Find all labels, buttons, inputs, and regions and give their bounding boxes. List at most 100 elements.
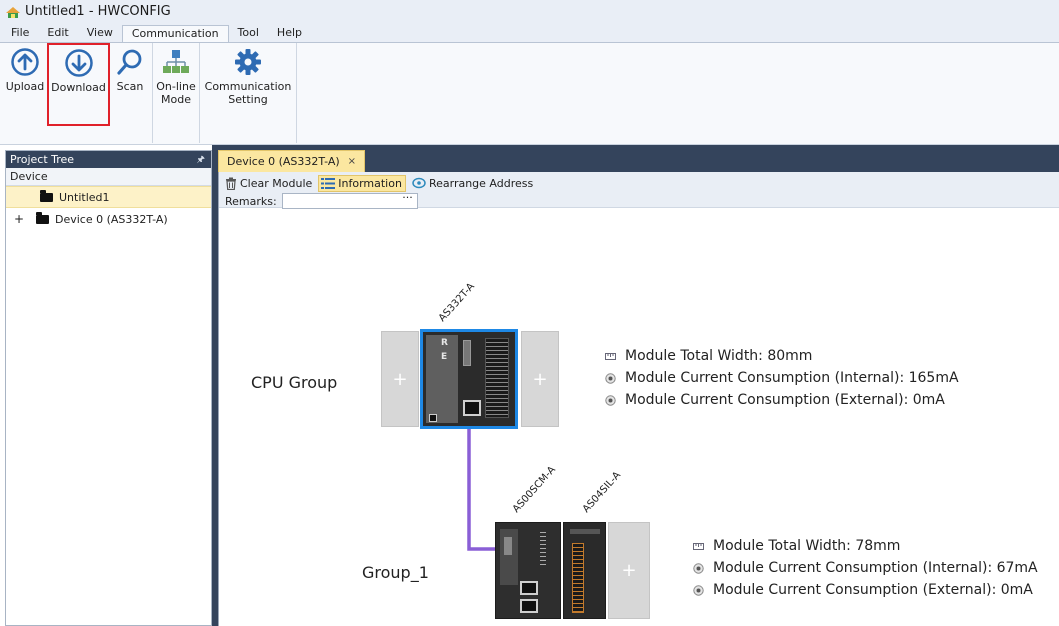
tab-label: Device 0 (AS332T-A) <box>227 155 340 168</box>
close-icon[interactable]: × <box>348 156 356 167</box>
upload-button[interactable]: Upload <box>3 43 47 144</box>
expand-icon[interactable]: + <box>12 212 26 226</box>
gear-icon <box>235 49 261 75</box>
tree-item-label: Device 0 (AS332T-A) <box>55 212 168 226</box>
rearrange-address-label: Rearrange Address <box>428 176 534 190</box>
add-module-slot[interactable]: + <box>608 522 650 619</box>
pin-icon[interactable]: 🖈 <box>197 152 205 168</box>
communication-setting-label-2: Setting <box>228 93 268 106</box>
scan-button[interactable]: Scan <box>110 43 150 144</box>
rs485-port[interactable] <box>520 581 538 595</box>
information-toggle[interactable]: Information <box>318 174 406 192</box>
current-icon <box>605 394 616 406</box>
group-1-info: Module Total Width: 78mm Module Current … <box>693 535 1038 601</box>
device-section-header: Device <box>6 168 211 186</box>
group-1-info-external: Module Current Consumption (External): 0… <box>713 582 1033 598</box>
communication-setting-label-1: Communication <box>204 80 292 93</box>
current-icon <box>605 372 616 384</box>
window-title: Untitled1 - HWCONFIG <box>25 4 171 19</box>
remarks-field[interactable]: ··· <box>281 191 418 209</box>
project-tree-header: Project Tree 🖈 <box>6 151 211 168</box>
online-mode-button[interactable]: On-line Mode <box>155 43 197 144</box>
cpu-info-external: Module Current Consumption (External): 0… <box>625 392 945 408</box>
ribbon-separator <box>296 43 297 143</box>
module-switch <box>504 537 512 555</box>
ribbon-toolbar: Upload Download Scan On-line Mode Commun… <box>0 42 1059 145</box>
tree-item-label: Untitled1 <box>59 190 110 204</box>
menu-file[interactable]: File <box>2 25 38 42</box>
menu-view[interactable]: View <box>78 25 122 42</box>
tree-item-device[interactable]: + Device 0 (AS332T-A) <box>6 208 211 230</box>
cpu-info-internal: Module Current Consumption (Internal): 1… <box>625 370 959 386</box>
information-label: Information <box>338 176 402 190</box>
project-tree-panel: Project Tree 🖈 Device Untitled1 + Device… <box>5 150 212 626</box>
group-1-info-width: Module Total Width: 78mm <box>713 538 901 554</box>
editor-toolbar: Clear Module Information Rearrange Addre… <box>219 172 1059 209</box>
hardware-canvas: CPU Group + R E AS332T-A + Module Total … <box>219 209 1059 626</box>
network-icon <box>163 50 189 73</box>
ethernet-port[interactable] <box>463 400 481 416</box>
current-icon <box>693 584 704 596</box>
ruler-icon <box>605 352 616 360</box>
module-as00scm-a[interactable] <box>495 522 561 619</box>
cpu-module-as332t-a[interactable]: R E <box>420 329 518 429</box>
info-external-row: Module Current Consumption (External): 0… <box>605 389 959 411</box>
menu-bar: File Edit View Communication Tool Help <box>0 23 1059 42</box>
communication-setting-button[interactable]: Communication Setting <box>202 43 294 144</box>
info-width-row: Module Total Width: 80mm <box>605 345 959 367</box>
list-icon <box>321 177 336 189</box>
menu-edit[interactable]: Edit <box>38 25 77 42</box>
group-1-info-internal: Module Current Consumption (Internal): 6… <box>713 560 1038 576</box>
info-external-row: Module Current Consumption (External): 0… <box>693 579 1038 601</box>
add-module-right-slot[interactable]: + <box>521 331 559 427</box>
info-width-row: Module Total Width: 78mm <box>693 535 1038 557</box>
folder-icon <box>40 189 53 202</box>
download-icon <box>64 49 93 77</box>
tree-item-project[interactable]: Untitled1 <box>6 186 211 208</box>
add-module-left-slot[interactable]: + <box>381 331 419 427</box>
group-1-label: Group_1 <box>362 563 429 582</box>
module-terminal-block <box>572 543 584 613</box>
clear-module-label: Clear Module <box>240 176 313 190</box>
trash-icon <box>226 177 236 190</box>
current-icon <box>693 562 704 574</box>
ribbon-separator <box>152 43 153 143</box>
tab-device-0[interactable]: Device 0 (AS332T-A) × <box>218 150 366 172</box>
menu-tool[interactable]: Tool <box>229 25 268 42</box>
project-tree-title: Project Tree <box>10 153 75 166</box>
rearrange-address-button[interactable]: Rearrange Address <box>412 177 533 190</box>
ruler-icon <box>693 542 704 550</box>
upload-icon <box>11 48 39 76</box>
online-mode-label-2: Mode <box>161 93 191 106</box>
device-editor: Clear Module Information Rearrange Addre… <box>218 172 1059 626</box>
cpu-group-info: Module Total Width: 80mm Module Current … <box>605 345 959 411</box>
magnifier-icon <box>117 49 142 75</box>
module-as04sil-a[interactable] <box>563 522 606 619</box>
upload-label: Upload <box>5 80 45 93</box>
cpu-led-e: E <box>441 352 448 362</box>
menu-help[interactable]: Help <box>268 25 311 42</box>
ribbon-separator <box>199 43 200 143</box>
info-internal-row: Module Current Consumption (Internal): 1… <box>605 367 959 389</box>
download-button[interactable]: Download <box>47 43 110 126</box>
cpu-info-width: Module Total Width: 80mm <box>625 348 813 364</box>
document-tabs: Device 0 (AS332T-A) × <box>218 150 366 172</box>
cpu-terminal-block <box>485 338 509 418</box>
module-connector <box>540 529 546 565</box>
info-internal-row: Module Current Consumption (Internal): 6… <box>693 557 1038 579</box>
title-bar: Untitled1 - HWCONFIG <box>0 0 1059 23</box>
cpu-led-r: R <box>441 338 448 348</box>
app-icon <box>6 6 20 18</box>
clear-module-button[interactable]: Clear Module <box>225 177 312 190</box>
online-mode-label-1: On-line <box>156 80 196 93</box>
refresh-icon <box>412 177 426 189</box>
rs485-port[interactable] <box>520 599 538 613</box>
remarks-label: Remarks: <box>225 194 277 208</box>
cpu-led-panel <box>426 335 458 423</box>
cpu-display <box>463 340 471 366</box>
menu-communication[interactable]: Communication <box>121 25 229 42</box>
scan-label: Scan <box>116 80 144 93</box>
remarks-browse-button[interactable]: ··· <box>402 191 413 204</box>
download-label: Download <box>51 81 106 94</box>
module-status-bar <box>570 529 600 534</box>
